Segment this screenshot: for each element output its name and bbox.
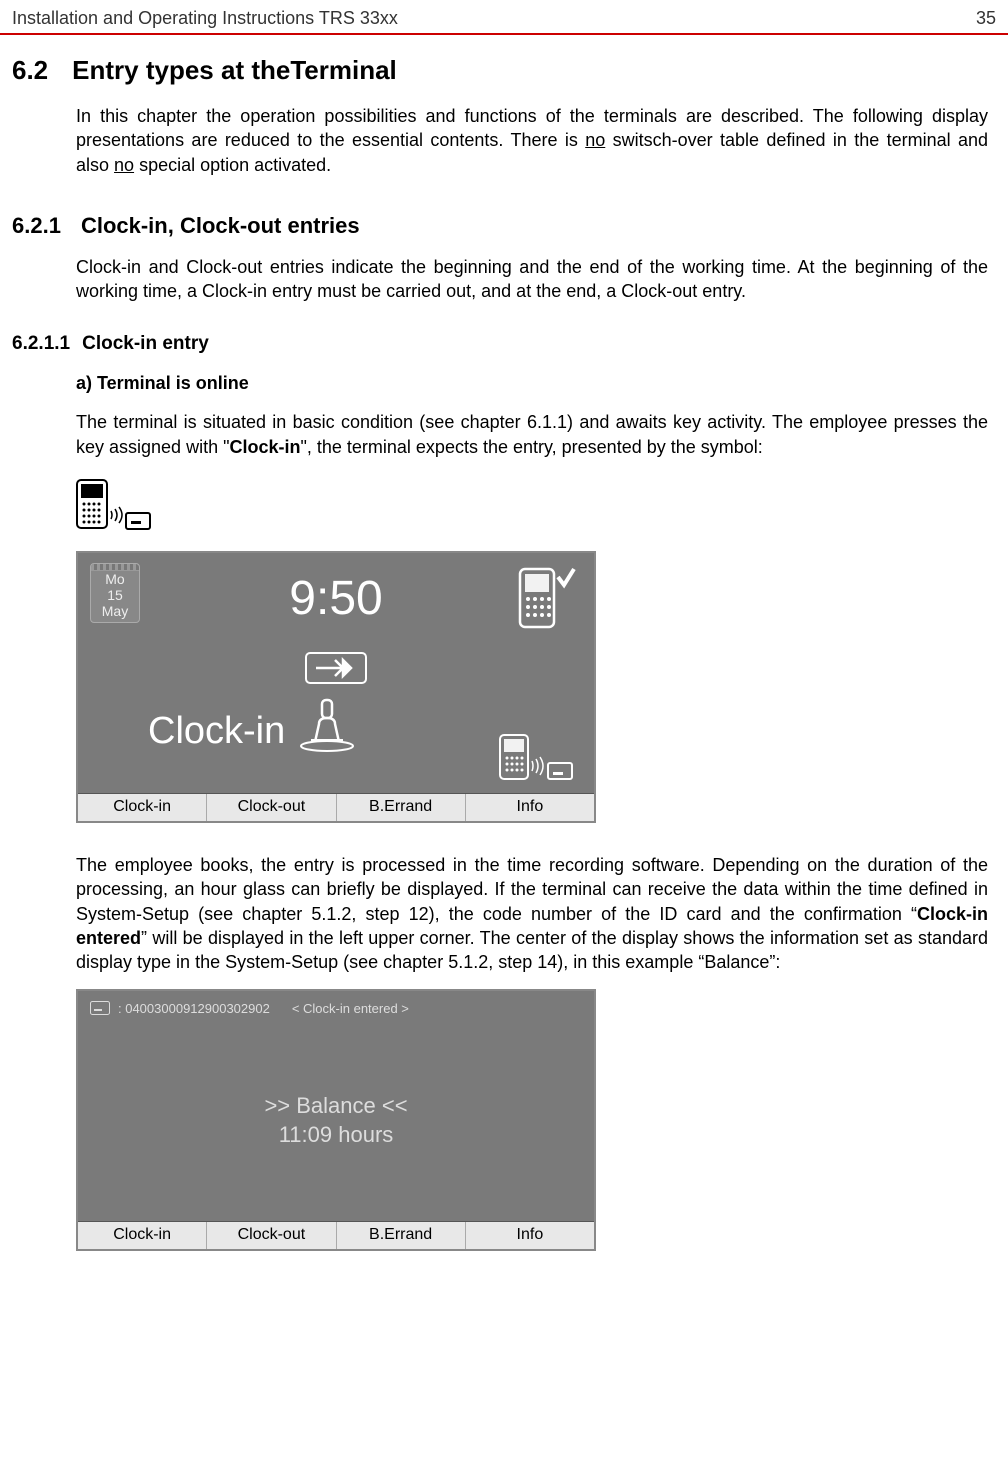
sub-a-heading: a) Terminal is online xyxy=(76,373,988,394)
calendar-month: May xyxy=(91,603,139,619)
header-title: Installation and Operating Instructions … xyxy=(12,8,398,29)
softkey-info[interactable]: Info xyxy=(466,1222,594,1249)
calendar-badge: Mo 15 May xyxy=(90,563,140,623)
softkey-errand[interactable]: B.Errand xyxy=(337,1222,466,1249)
terminal-button-bar: Clock-in Clock-out B.Errand Info xyxy=(78,793,594,821)
id-status-row: : 04003000912900302902 < Clock-in entere… xyxy=(90,1001,409,1016)
sub-a-p1: The terminal is situated in basic condit… xyxy=(76,410,988,459)
page-header: Installation and Operating Instructions … xyxy=(0,0,1008,35)
section-title: Clock-in entry xyxy=(82,333,209,355)
time-display: 9:50 xyxy=(289,571,382,626)
softkey-clock-in[interactable]: Clock-in xyxy=(78,794,207,821)
balance-label: >> Balance << xyxy=(264,1091,407,1121)
section-title: Clock-in, Clock-out entries xyxy=(81,213,360,239)
entry-status: < Clock-in entered > xyxy=(292,1001,409,1016)
rfid-reader-icon xyxy=(76,479,988,531)
sub-a-p2: The employee books, the entry is process… xyxy=(76,853,988,974)
terminal-button-bar: Clock-in Clock-out B.Errand Info xyxy=(78,1221,594,1249)
section-6-2-1-1-heading: 6.2.1.1 Clock-in entry xyxy=(12,333,996,355)
calendar-day: Mo xyxy=(91,571,139,587)
section-6-2-heading: 6.2 Entry types at theTerminal xyxy=(12,55,996,86)
section-number: 6.2 xyxy=(12,55,48,86)
calendar-date: 15 xyxy=(91,587,139,603)
arrow-right-icon xyxy=(301,648,371,688)
section-6-2-1-heading: 6.2.1 Clock-in, Clock-out entries xyxy=(12,213,996,239)
section-6-2-intro: In this chapter the operation possibilit… xyxy=(12,104,996,177)
page-number: 35 xyxy=(976,8,996,29)
softkey-clock-out[interactable]: Clock-out xyxy=(207,1222,336,1249)
section-title: Entry types at theTerminal xyxy=(72,55,397,86)
stamp-icon xyxy=(297,698,357,753)
balance-value: 11:09 hours xyxy=(264,1120,407,1150)
terminal-screen-2: : 04003000912900302902 < Clock-in entere… xyxy=(76,989,596,1251)
terminal-screen-1: Mo 15 May 9:50 xyxy=(76,551,596,823)
rfid-card-icon xyxy=(498,733,580,783)
id-number: : 04003000912900302902 xyxy=(118,1001,270,1016)
balance-display: >> Balance << 11:09 hours xyxy=(264,1091,407,1150)
action-line: Clock-in xyxy=(148,698,357,753)
section-number: 6.2.1 xyxy=(12,213,61,239)
card-icon xyxy=(90,1001,110,1015)
reader-check-icon xyxy=(516,565,576,635)
softkey-errand[interactable]: B.Errand xyxy=(337,794,466,821)
section-number: 6.2.1.1 xyxy=(12,333,70,355)
action-label: Clock-in xyxy=(148,710,285,753)
softkey-clock-in[interactable]: Clock-in xyxy=(78,1222,207,1249)
softkey-info[interactable]: Info xyxy=(466,794,594,821)
section-6-2-1-body: Clock-in and Clock-out entries indicate … xyxy=(12,255,996,304)
softkey-clock-out[interactable]: Clock-out xyxy=(207,794,336,821)
